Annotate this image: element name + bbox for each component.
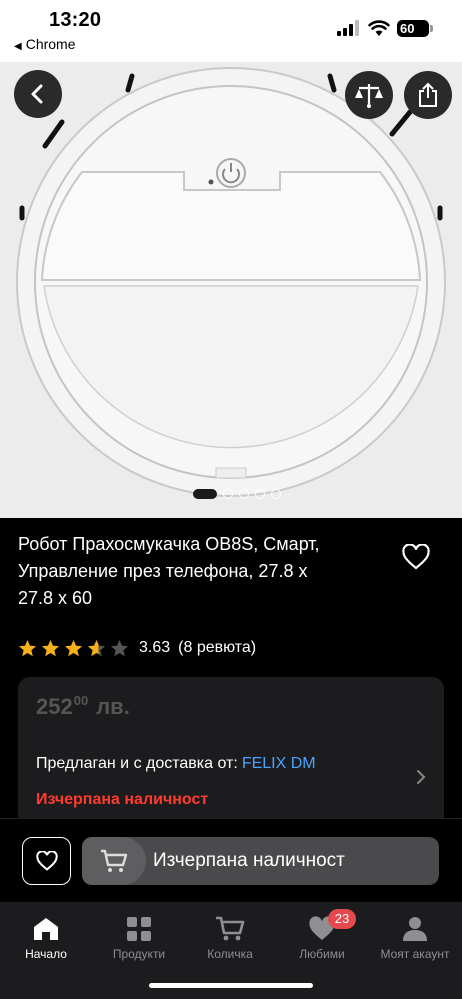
back-app-label: Chrome: [25, 36, 76, 52]
back-button[interactable]: [14, 70, 62, 118]
stock-status: Изчерпана наличност: [36, 791, 209, 808]
tab-products-label: Продукти: [112, 947, 166, 961]
cart-icon-area: [82, 837, 146, 885]
star-icon: [64, 639, 83, 656]
back-to-app-link[interactable]: ◀ Chrome: [14, 36, 76, 52]
seller-prefix: Предлаган и с доставка от:: [36, 755, 238, 772]
tab-products[interactable]: Продукти: [93, 916, 185, 961]
add-to-cart-button[interactable]: Изчерпана наличност: [82, 837, 439, 885]
product-title: Робот Прахосмукачка OB8S, Смарт, Управле…: [18, 534, 320, 608]
carousel-dot[interactable]: [193, 489, 217, 499]
status-bar: 13:20 ◀ Chrome 60: [0, 0, 462, 62]
reviews-count[interactable]: (8 ревюта): [178, 639, 256, 657]
share-button[interactable]: [404, 71, 452, 119]
seller-row[interactable]: Предлаган и с доставка от: FELIX DM: [36, 755, 316, 773]
rating-stars: [18, 639, 133, 658]
home-indicator: [149, 983, 313, 988]
carousel-dot[interactable]: [255, 489, 265, 499]
scales-compare-icon: [355, 84, 383, 108]
star-icon: [87, 639, 106, 656]
price-decimals: 00: [73, 693, 89, 708]
product-image-carousel[interactable]: [0, 62, 462, 518]
tab-home[interactable]: Начало: [0, 916, 92, 961]
favorites-count-badge: 23: [328, 909, 356, 929]
chevron-right-icon[interactable]: [416, 769, 426, 785]
share-icon: [419, 82, 437, 107]
battery-icon: 60: [397, 20, 429, 37]
tab-cart-label: Количка: [207, 947, 253, 961]
price-integer: 252: [36, 694, 73, 719]
rating-value: 3.63: [139, 639, 171, 656]
tab-cart[interactable]: Количка: [184, 916, 276, 961]
price: 25200 лв.: [36, 693, 130, 720]
add-to-cart-label: Изчерпана наличност: [153, 850, 345, 871]
home-icon: [34, 918, 58, 940]
back-triangle-icon: ◀: [14, 41, 22, 52]
product-rating[interactable]: 3.63 (8 ревюта): [18, 637, 256, 659]
wifi-icon: [368, 20, 390, 36]
battery-tip: [430, 25, 433, 32]
chevron-left-icon: [31, 84, 43, 104]
carousel-pagination[interactable]: [193, 489, 281, 499]
robot-vacuum-image: [16, 67, 446, 497]
price-currency: лв.: [96, 694, 130, 719]
compare-button[interactable]: [345, 71, 393, 119]
star-icon: [41, 639, 60, 656]
add-to-favorites-button[interactable]: [22, 837, 71, 885]
status-time: 13:20: [49, 9, 102, 31]
carousel-dot[interactable]: [271, 489, 281, 499]
battery-level: 60: [400, 21, 415, 36]
tab-account-label: Моят акаунт: [380, 947, 450, 961]
cart-icon: [101, 849, 128, 872]
tab-favorites-label: Любими: [299, 947, 345, 961]
cellular-signal-icon: [337, 20, 361, 36]
carousel-dot[interactable]: [223, 489, 233, 499]
grid-icon: [127, 917, 151, 941]
offer-card: 25200 лв. Предлаган и с доставка от: FELIX…: [18, 677, 444, 837]
seller-name-link[interactable]: FELIX DM: [242, 755, 316, 772]
star-icon: [18, 639, 37, 656]
tab-account[interactable]: Моят акаунт: [369, 916, 461, 961]
tab-home-label: Начало: [25, 947, 67, 961]
carousel-dot[interactable]: [239, 489, 249, 499]
account-icon: [403, 917, 427, 941]
cart-tab-icon: [216, 916, 245, 941]
heart-outline-icon: [35, 851, 58, 871]
favorite-heart-icon[interactable]: [402, 544, 430, 570]
tab-favorites[interactable]: 23 Любими: [276, 909, 368, 961]
star-icon: [110, 639, 129, 656]
product-action-bar: Изчерпана наличност: [0, 818, 462, 902]
